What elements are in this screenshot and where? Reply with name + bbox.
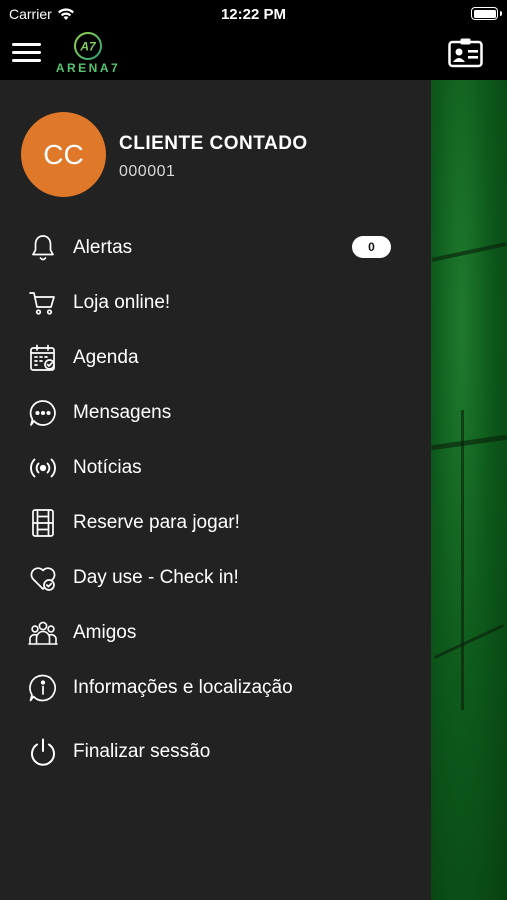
info-icon xyxy=(27,672,59,704)
menu-item-amigos[interactable]: Amigos xyxy=(0,608,431,658)
side-drawer: CC CLIENTE CONTADO 000001 Alertas 0 Loja… xyxy=(0,80,431,900)
bell-icon xyxy=(27,232,59,264)
avatar-initials: CC xyxy=(43,138,84,170)
user-id: 000001 xyxy=(119,163,176,180)
menu-item-agenda[interactable]: Agenda xyxy=(0,333,431,383)
menu-item-day-use[interactable]: Day use - Check in! xyxy=(0,553,431,603)
background-court-image xyxy=(431,80,507,900)
friends-icon xyxy=(27,617,59,649)
cart-icon xyxy=(27,287,59,319)
alert-count-badge: 0 xyxy=(352,236,391,258)
menu-item-noticias[interactable]: Notícias xyxy=(0,443,431,493)
logo-text: ARENA7 xyxy=(55,61,121,75)
broadcast-icon xyxy=(27,452,59,484)
menu-label-informacoes: Informações e localização xyxy=(73,677,293,698)
menu-item-reserve-para-jogar[interactable]: Reserve para jogar! xyxy=(0,498,431,548)
status-time: 12:22 PM xyxy=(220,6,287,23)
menu-item-finalizar-sessao[interactable]: Finalizar sessão xyxy=(0,727,431,777)
id-card-icon[interactable] xyxy=(448,38,483,68)
menu-label-agenda: Agenda xyxy=(73,347,139,368)
hamburger-menu-icon[interactable] xyxy=(12,40,42,64)
menu-item-mensagens[interactable]: Mensagens xyxy=(0,388,431,438)
menu-label-noticias: Notícias xyxy=(73,457,142,478)
menu-label-amigos: Amigos xyxy=(73,622,137,643)
menu-label-loja-online: Loja online! xyxy=(73,292,171,313)
menu-label-mensagens: Mensagens xyxy=(73,402,172,423)
arena7-logo: A7 ARENA7 xyxy=(50,30,126,78)
heart-check-icon xyxy=(27,562,59,594)
logo-mark-icon: A7 xyxy=(74,32,102,60)
chat-bubble-icon xyxy=(27,397,59,429)
menu-item-alertas[interactable]: Alertas 0 xyxy=(0,223,431,273)
nav-bar: A7 ARENA7 xyxy=(0,30,507,80)
menu-label-alertas: Alertas xyxy=(73,237,133,258)
menu-item-informacoes[interactable]: Informações e localização xyxy=(0,663,431,713)
court-icon xyxy=(27,507,59,539)
power-icon xyxy=(27,736,59,768)
calendar-check-icon xyxy=(27,342,59,374)
status-bar: Carrier 12:22 PM xyxy=(0,0,507,30)
user-name: CLIENTE CONTADO xyxy=(119,133,308,154)
menu-label-finalizar-sessao: Finalizar sessão xyxy=(73,741,211,762)
avatar[interactable]: CC xyxy=(21,112,106,197)
menu-label-day-use: Day use - Check in! xyxy=(73,567,239,588)
menu-label-reserve: Reserve para jogar! xyxy=(73,512,240,533)
menu-item-loja-online[interactable]: Loja online! xyxy=(0,278,431,328)
logo-mark-label: A7 xyxy=(79,40,97,54)
battery-icon xyxy=(471,7,498,20)
